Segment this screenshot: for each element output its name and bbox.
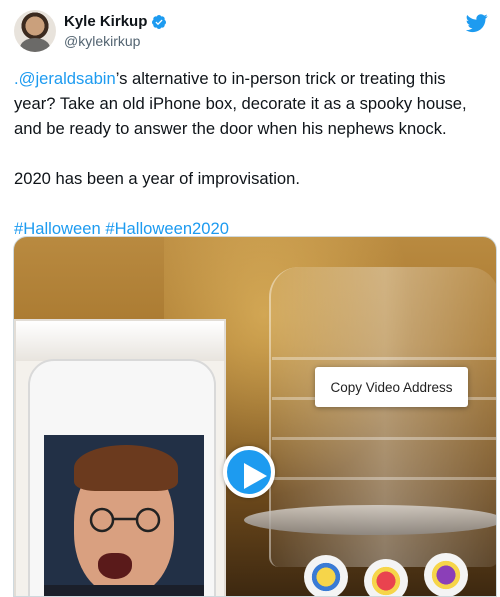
glass-ridge	[272, 477, 496, 480]
tweet-body: .@jeraldsabin’s alternative to in-person…	[14, 66, 490, 241]
play-button[interactable]	[223, 446, 275, 498]
video-player[interactable]	[13, 236, 497, 597]
tweet-paragraph-1: .@jeraldsabin’s alternative to in-person…	[14, 66, 490, 141]
author-name-row[interactable]: Kyle Kirkup	[64, 13, 167, 30]
glass-ridge	[272, 357, 496, 360]
avatar[interactable]	[14, 10, 56, 52]
tweet-header: Kyle Kirkup @kylekirkup	[0, 0, 500, 60]
glass-ridge	[272, 437, 496, 440]
author-name[interactable]: Kyle Kirkup	[64, 13, 147, 30]
candy	[304, 555, 348, 596]
phone-screen	[44, 435, 204, 596]
avatar-shirt	[20, 38, 50, 52]
play-icon	[244, 463, 267, 489]
candy	[364, 559, 408, 596]
author-handle[interactable]: @kylekirkup	[64, 33, 140, 49]
mouth	[98, 553, 132, 579]
mention-link[interactable]: .@jeraldsabin	[14, 69, 116, 88]
suit	[44, 585, 204, 596]
box-lid	[16, 321, 224, 361]
verified-badge-icon	[152, 14, 167, 29]
glasses-icon	[89, 507, 161, 533]
tweet-paragraph-2: 2020 has been a year of improvisation.	[14, 169, 300, 188]
silver-tray	[244, 505, 496, 535]
context-menu-copy-video-address[interactable]: Copy Video Address	[315, 367, 468, 407]
iphone-box	[14, 319, 226, 596]
twitter-bird-icon[interactable]	[466, 12, 488, 34]
hair	[74, 445, 178, 491]
phone	[28, 359, 216, 596]
candy	[424, 553, 468, 596]
